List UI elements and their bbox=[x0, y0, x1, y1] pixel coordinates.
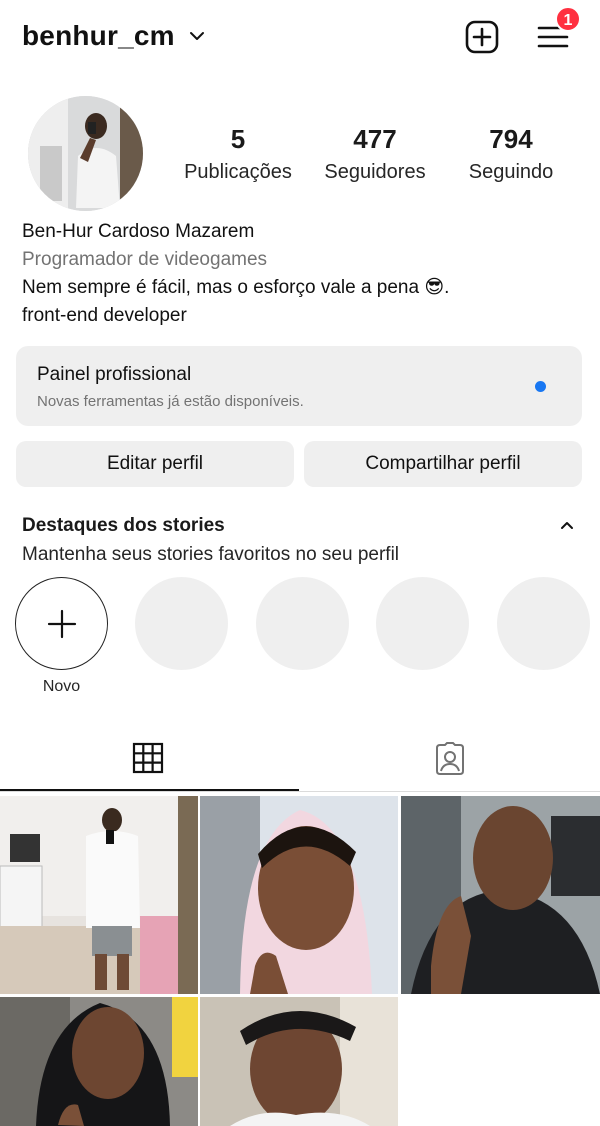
profile-bio: Ben-Hur Cardoso Mazarem Programador de v… bbox=[22, 218, 582, 330]
tab-posts-grid[interactable] bbox=[0, 726, 299, 792]
posts-count: 5 bbox=[230, 124, 246, 154]
dashboard-title: Painel profissional bbox=[37, 364, 192, 385]
posts-label: Publicações bbox=[184, 161, 292, 183]
professional-dashboard[interactable]: Painel profissional Novas ferramentas já… bbox=[16, 346, 582, 426]
stat-followers[interactable]: 477 Seguidores bbox=[305, 124, 445, 184]
post-thumbnail[interactable] bbox=[200, 796, 398, 994]
chevron-down-icon[interactable] bbox=[189, 29, 205, 43]
post-thumbnail[interactable] bbox=[0, 997, 198, 1126]
highlights-subtitle: Mantenha seus stories favoritos no seu p… bbox=[22, 544, 400, 565]
plus-icon bbox=[47, 609, 77, 639]
avatar[interactable] bbox=[28, 96, 143, 211]
tagged-icon bbox=[436, 742, 464, 775]
top-bar: benhur_cm 1 bbox=[0, 0, 600, 76]
profile-category: Programador de videogames bbox=[22, 249, 268, 270]
bio-line-1: Nem sempre é fácil, mas o esforço vale a… bbox=[22, 277, 450, 298]
post-thumbnail[interactable] bbox=[401, 796, 600, 994]
highlight-placeholder bbox=[135, 577, 228, 670]
highlights-title: Destaques dos stories bbox=[22, 515, 225, 536]
followers-count: 477 bbox=[353, 124, 397, 154]
following-count: 794 bbox=[489, 124, 533, 154]
notification-badge: 1 bbox=[555, 6, 581, 32]
followers-label: Seguidores bbox=[324, 161, 426, 183]
profile-name: Ben-Hur Cardoso Mazarem bbox=[22, 221, 255, 242]
highlight-placeholder bbox=[497, 577, 590, 670]
bio-line-2: front-end developer bbox=[22, 305, 187, 326]
new-highlight-button[interactable] bbox=[15, 577, 108, 670]
grid-icon bbox=[132, 742, 164, 774]
stat-following[interactable]: 794 Seguindo bbox=[441, 124, 581, 184]
highlight-placeholder bbox=[256, 577, 349, 670]
dashboard-subtitle: Novas ferramentas já estão disponíveis. bbox=[37, 393, 304, 410]
highlight-placeholder bbox=[376, 577, 469, 670]
chevron-up-icon[interactable] bbox=[560, 519, 574, 531]
username[interactable]: benhur_cm bbox=[22, 20, 175, 52]
post-thumbnail[interactable] bbox=[0, 796, 198, 994]
tab-tagged[interactable] bbox=[301, 726, 600, 792]
new-post-icon[interactable] bbox=[465, 20, 499, 54]
stat-posts[interactable]: 5 Publicações bbox=[168, 124, 308, 184]
following-label: Seguindo bbox=[468, 161, 554, 183]
share-profile-button[interactable]: Compartilhar perfil bbox=[304, 441, 582, 487]
tabs-divider bbox=[0, 791, 600, 792]
post-thumbnail[interactable] bbox=[200, 997, 398, 1126]
new-indicator-dot bbox=[535, 381, 546, 392]
edit-profile-button[interactable]: Editar perfil bbox=[16, 441, 294, 487]
new-highlight-label: Novo bbox=[42, 678, 81, 695]
